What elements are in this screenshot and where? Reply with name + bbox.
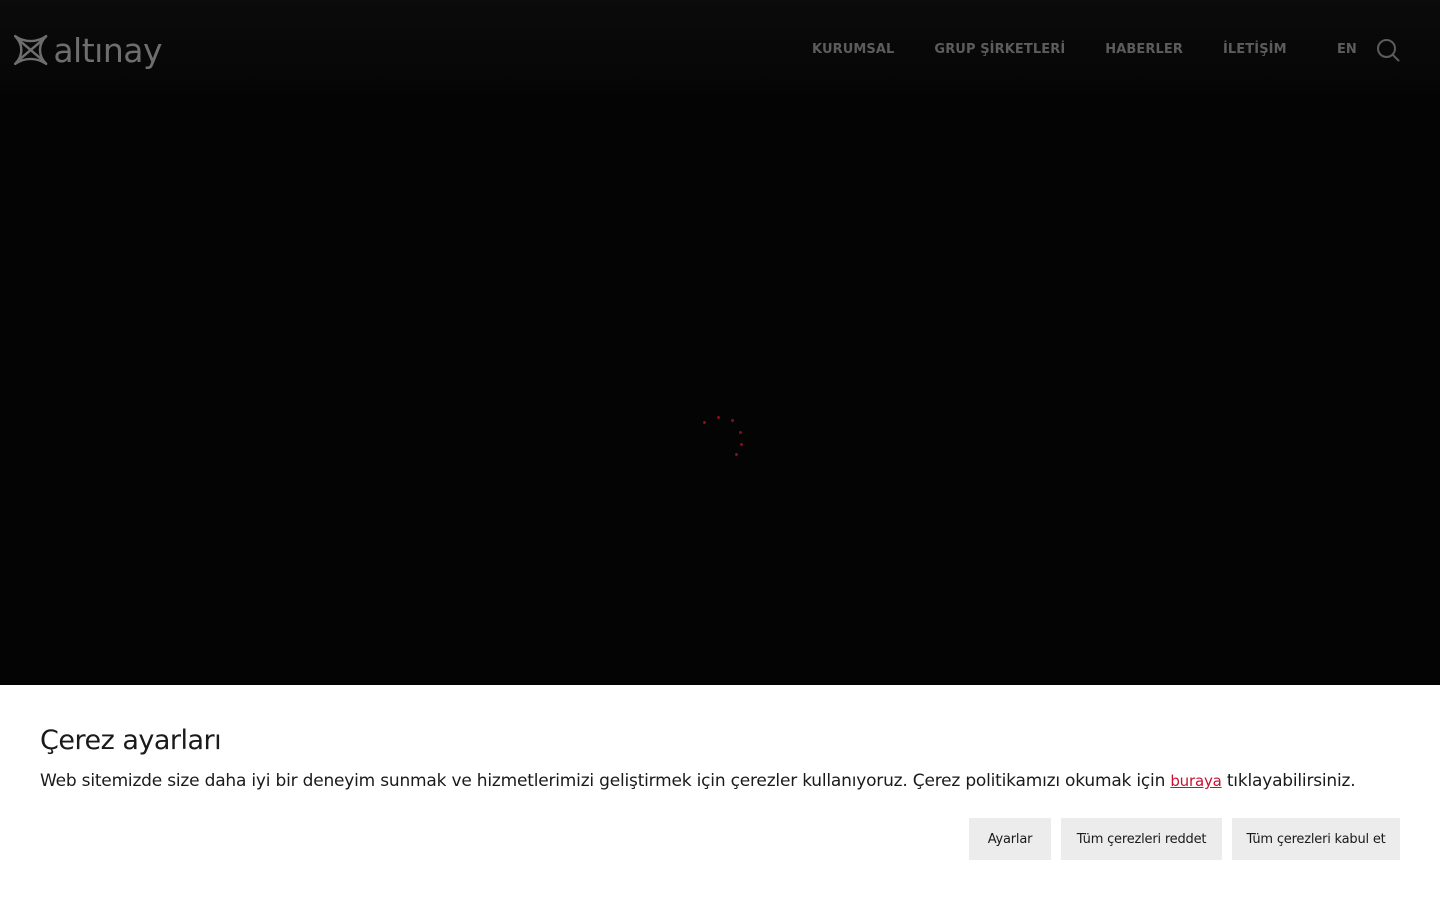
main-nav: KURUMSAL GRUP ŞİRKETLERİ HABERLER İLETİŞ… (812, 38, 1327, 62)
search-icon (1377, 39, 1400, 62)
accept-all-cookies-button[interactable]: Tüm çerezleri kabul et (1232, 818, 1400, 860)
spinner-dot (735, 453, 738, 456)
site-header: altınay KURUMSAL GRUP ŞİRKETLERİ HABERLE… (0, 0, 1440, 100)
nav-item-grup-sirketleri[interactable]: GRUP ŞİRKETLERİ (934, 38, 1065, 62)
cookie-text-after-link: tıklayabilirsiniz. (1221, 771, 1356, 791)
nav-item-iletisim[interactable]: İLETİŞİM (1223, 38, 1287, 62)
nav-item-haberler[interactable]: HABERLER (1105, 38, 1183, 62)
spinner-dot (717, 416, 720, 419)
nav-item-kurumsal[interactable]: KURUMSAL (812, 38, 894, 62)
cookie-banner: Çerez ayarları Web sitemizde size daha i… (0, 685, 1440, 900)
cookie-banner-title: Çerez ayarları (40, 725, 222, 756)
cookie-settings-button[interactable]: Ayarlar (969, 818, 1051, 860)
cookie-policy-link[interactable]: buraya (1170, 772, 1221, 790)
spinner-dot (731, 419, 734, 422)
language-switch[interactable]: EN (1337, 38, 1357, 62)
cookie-banner-text: Web sitemizde size daha iyi bir deneyim … (40, 771, 1420, 791)
logo-text: altınay (53, 30, 162, 70)
spinner-dot (739, 431, 742, 434)
spinner-dot (740, 443, 743, 446)
spinner-dot (703, 421, 706, 424)
logo[interactable]: altınay (12, 27, 162, 73)
cookie-text-before-link: Web sitemizde size daha iyi bir deneyim … (40, 771, 1171, 791)
altinay-logo-icon (14, 34, 48, 66)
reject-all-cookies-button[interactable]: Tüm çerezleri reddet (1061, 818, 1222, 860)
loading-spinner-icon (690, 405, 760, 475)
search-button[interactable] (1376, 38, 1400, 62)
